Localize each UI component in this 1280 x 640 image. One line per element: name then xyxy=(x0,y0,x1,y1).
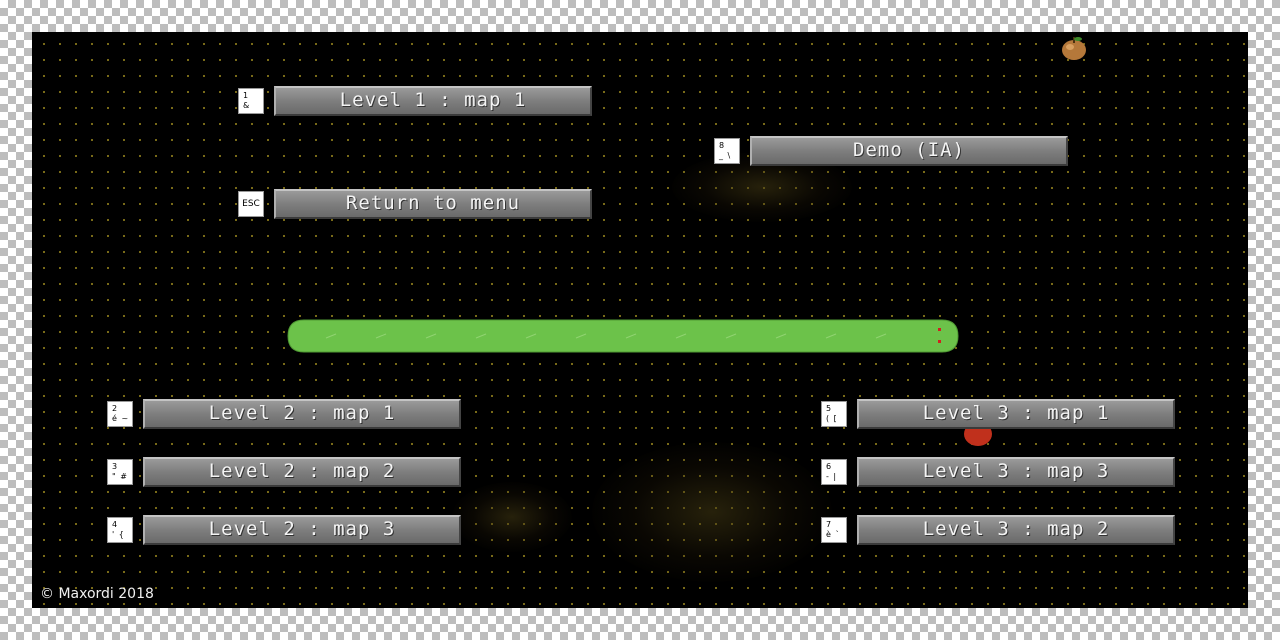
return-to-menu-button[interactable]: Return to menu xyxy=(274,189,592,219)
level-2-map-1-button[interactable]: Level 2 : map 1 xyxy=(143,399,461,429)
level-3-map-3-button[interactable]: Level 3 : map 3 xyxy=(857,457,1175,487)
key-badge-1: 1 & xyxy=(238,88,264,114)
key-badge-8: 8 _ \ xyxy=(714,138,740,164)
level-3-map-1-button[interactable]: Level 3 : map 1 xyxy=(857,399,1175,429)
copyright-text: © Maxordi 2018 xyxy=(40,586,154,602)
key-top: 3 xyxy=(112,462,118,471)
background-glow xyxy=(452,482,572,552)
demo-ia-button[interactable]: Demo (IA) xyxy=(750,136,1068,166)
key-top: 1 xyxy=(243,91,249,100)
key-bottom: " # xyxy=(112,472,128,481)
key-top: 7 xyxy=(826,520,832,529)
key-bottom: è ` xyxy=(826,530,841,539)
level-2-map-3-button[interactable]: Level 2 : map 3 xyxy=(143,515,461,545)
key-bottom: - | xyxy=(826,472,838,481)
level-3-map-2-button[interactable]: Level 3 : map 2 xyxy=(857,515,1175,545)
key-bottom: é ~ xyxy=(112,414,130,423)
key-bottom: ( [ xyxy=(826,414,838,423)
level-1-map-1-button[interactable]: Level 1 : map 1 xyxy=(274,86,592,116)
key-badge-7: 7 è ` xyxy=(821,517,847,543)
key-top: 8 xyxy=(719,141,725,150)
key-top: ESC xyxy=(242,199,260,209)
snake xyxy=(287,319,959,353)
key-top: 4 xyxy=(112,520,118,529)
key-badge-esc: ESC xyxy=(238,191,264,217)
key-badge-4: 4 ' { xyxy=(107,517,133,543)
key-badge-5: 5 ( [ xyxy=(821,401,847,427)
key-badge-2: 2 é ~ xyxy=(107,401,133,427)
key-top: 5 xyxy=(826,404,832,413)
key-badge-3: 3 " # xyxy=(107,459,133,485)
key-bottom: ' { xyxy=(112,530,125,539)
key-bottom: & xyxy=(243,101,251,110)
key-top: 6 xyxy=(826,462,832,471)
key-bottom: _ \ xyxy=(719,151,732,160)
background-glow xyxy=(592,442,832,582)
key-badge-6: 6 - | xyxy=(821,459,847,485)
apple-icon xyxy=(1062,37,1086,60)
key-top: 2 xyxy=(112,404,118,413)
level-2-map-2-button[interactable]: Level 2 : map 2 xyxy=(143,457,461,487)
